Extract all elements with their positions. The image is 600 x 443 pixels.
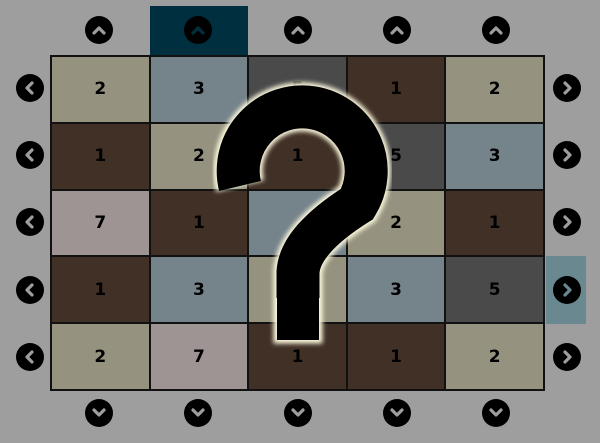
question-mark-icon	[213, 82, 391, 344]
